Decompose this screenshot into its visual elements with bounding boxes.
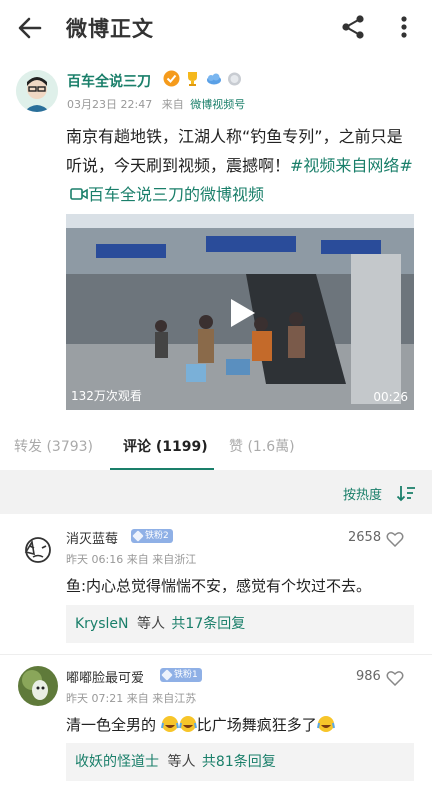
laugh-cry-emoji — [178, 716, 197, 732]
comment-replies[interactable]: 收妖的怪道士 等人 共81条回复 — [66, 743, 414, 781]
laugh-cry-emoji — [316, 716, 335, 732]
comment-text: 鱼:内心总觉得惴惴不安，感觉有个坎过不去。 — [66, 577, 372, 595]
top-bar: 微博正文 — [0, 0, 432, 56]
share-icon[interactable] — [338, 12, 368, 42]
video-views: 132万次观看 — [71, 389, 142, 403]
video-camera-icon — [70, 188, 88, 200]
laugh-cry-emoji — [160, 716, 179, 732]
verified-icon — [163, 70, 180, 87]
comment-text: 清一色全男的 比广场舞疯狂多了 — [66, 714, 335, 735]
post-source[interactable]: 微博视频号 — [190, 98, 245, 111]
post-text: 南京有趟地铁，江湖人称“钓鱼专列”，之前只是听说，今天刷到视频，震撼啊！#视频来… — [66, 122, 418, 209]
tab-comments[interactable]: 评论 (1199) — [123, 436, 208, 456]
hashtag-link[interactable]: #视频来自网络# — [290, 156, 413, 175]
comment-replies[interactable]: KrysleN 等人 共17条回复 — [66, 605, 414, 643]
comment-divider — [0, 654, 432, 655]
reply-count[interactable]: 共17条回复 — [171, 616, 245, 632]
author-name[interactable]: 百车全说三刀 — [67, 71, 151, 91]
heart-icon[interactable] — [386, 531, 404, 547]
comment-item: 消灭蓝莓 铁粉2 昨天 06:16 来自 来自浙江 2658 鱼:内心总觉得惴惴… — [0, 514, 432, 654]
comment-like-count: 986 — [356, 669, 381, 684]
tab-likes[interactable]: 赞 (1.6萬) — [229, 436, 295, 456]
reply-mid-text: 等人 — [167, 754, 196, 770]
medal-badge-icon — [228, 72, 241, 86]
tab-repost[interactable]: 转发 (3793) — [14, 436, 93, 456]
sort-bar: 按热度 — [0, 470, 432, 514]
comment-meta: 昨天 07:21 来自 来自江苏 — [66, 692, 197, 705]
author-avatar[interactable] — [16, 70, 58, 112]
reply-username[interactable]: 收妖的怪道士 — [75, 754, 159, 770]
reply-mid-text: 等人 — [136, 616, 165, 632]
comment-username[interactable]: 消灭蓝莓 — [66, 528, 118, 547]
comment-like-count: 2658 — [348, 530, 382, 545]
comment-avatar[interactable] — [18, 528, 58, 568]
comment-avatar[interactable] — [18, 666, 58, 706]
comment-username[interactable]: 嘟嘟脸最可爱 — [66, 667, 144, 686]
page-title: 微博正文 — [66, 17, 154, 41]
back-arrow-icon[interactable] — [14, 12, 46, 44]
more-icon[interactable] — [392, 12, 416, 42]
video-duration: 00:26 — [373, 390, 408, 404]
reply-username[interactable]: KrysleN — [75, 616, 129, 632]
sort-label[interactable]: 按热度 — [343, 484, 382, 503]
cloud-badge-icon — [207, 73, 221, 85]
comment-text-part: 比广场舞疯狂多了 — [196, 716, 317, 734]
fan-badge: 铁粉1 — [160, 668, 202, 682]
video-link[interactable]: 百车全说三刀的微博视频 — [88, 185, 264, 204]
comment-text-part: 清一色全男的 — [66, 716, 157, 734]
comment-meta: 昨天 06:16 来自 来自浙江 — [66, 553, 197, 566]
post-time: 03月23日 22:47 — [67, 98, 153, 111]
post-meta: 03月23日 22:47 来自 微博视频号 — [67, 96, 245, 112]
heart-icon[interactable] — [386, 670, 404, 686]
sort-icon[interactable] — [396, 484, 416, 502]
video-player[interactable]: 132万次观看 00:26 — [66, 214, 414, 410]
source-prefix: 来自 — [161, 98, 184, 111]
author-badges — [163, 70, 243, 87]
fan-badge: 铁粉2 — [131, 529, 173, 543]
reply-count[interactable]: 共81条回复 — [202, 754, 276, 770]
comment-item: 嘟嘟脸最可爱 铁粉1 昨天 07:21 来自 来自江苏 986 清一色全男的 比… — [0, 656, 432, 800]
play-icon[interactable] — [225, 297, 257, 329]
tab-bar: 转发 (3793) 评论 (1199) 赞 (1.6萬) — [0, 428, 432, 471]
trophy-badge-icon — [188, 72, 197, 86]
